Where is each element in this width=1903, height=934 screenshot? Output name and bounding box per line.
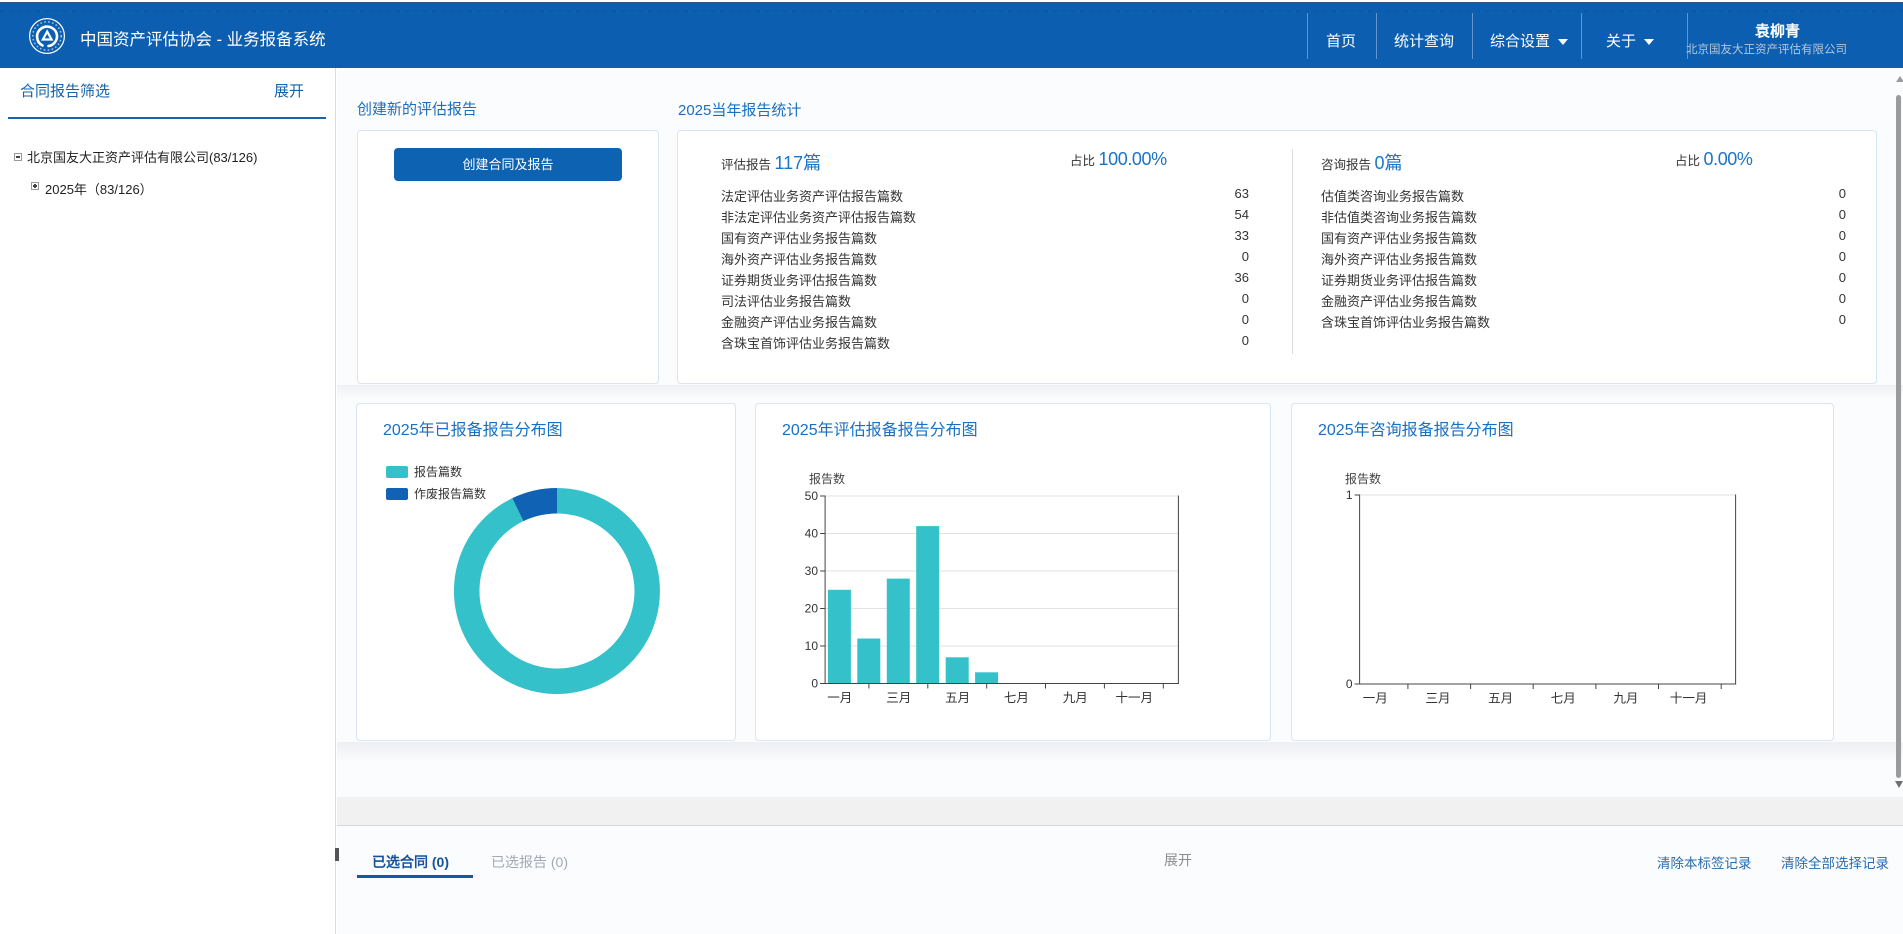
svg-text:十一月: 十一月: [1115, 691, 1153, 705]
svg-text:三月: 三月: [1425, 692, 1450, 706]
svg-text:三月: 三月: [886, 691, 911, 705]
svg-text:2025年已报备报告分布图: 2025年已报备报告分布图: [383, 421, 563, 439]
svg-text:2025年咨询报备报告分布图: 2025年咨询报备报告分布图: [1318, 421, 1514, 439]
svg-text:九月: 九月: [1063, 691, 1088, 705]
svg-text:0: 0: [811, 677, 818, 691]
svg-text:一月: 一月: [827, 691, 852, 705]
svg-text:报告篇数: 报告篇数: [414, 464, 462, 479]
svg-text:七月: 七月: [1551, 692, 1576, 706]
svg-text:九月: 九月: [1613, 692, 1638, 706]
svg-text:10: 10: [805, 639, 819, 653]
svg-text:一月: 一月: [1363, 692, 1388, 706]
svg-text:五月: 五月: [1488, 692, 1513, 706]
svg-text:1: 1: [1346, 488, 1353, 502]
svg-text:十一月: 十一月: [1670, 692, 1708, 706]
svg-text:40: 40: [805, 527, 819, 541]
svg-text:50: 50: [805, 489, 819, 503]
svg-text:报告数: 报告数: [1345, 471, 1381, 486]
svg-text:七月: 七月: [1004, 691, 1029, 705]
svg-text:2025年评估报备报告分布图: 2025年评估报备报告分布图: [782, 421, 978, 439]
svg-text:20: 20: [805, 602, 819, 616]
svg-text:0: 0: [1346, 677, 1353, 691]
svg-text:30: 30: [805, 564, 819, 578]
svg-text:报告数: 报告数: [809, 471, 845, 486]
svg-text:作废报告篇数: 作废报告篇数: [414, 486, 486, 501]
svg-text:五月: 五月: [945, 691, 970, 705]
